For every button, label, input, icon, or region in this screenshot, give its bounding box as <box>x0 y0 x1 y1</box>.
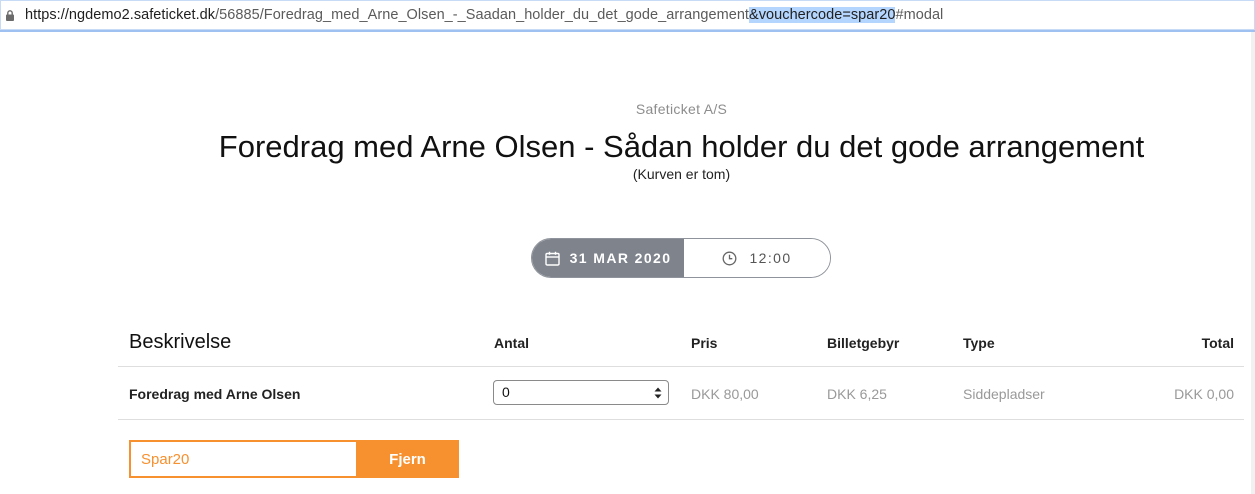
cart-status: (Kurven er tom) <box>632 166 731 182</box>
time-option[interactable]: 12:00 <box>684 239 830 277</box>
url-text[interactable]: https://ngdemo2.safeticket.dk/56885/Fore… <box>25 7 943 23</box>
url-selected-text: &vouchercode=spar20 <box>749 7 896 23</box>
remove-voucher-button[interactable]: Fjern <box>356 440 459 478</box>
clock-icon <box>723 251 737 265</box>
url-fragment: #modal <box>895 7 944 23</box>
url-host: https://ngdemo2.safeticket.dk <box>25 7 216 23</box>
quantity-value: 0 <box>502 384 510 400</box>
calendar-icon <box>544 251 560 266</box>
table-header: Beskrivelse Antal Pris Billetgebyr Type … <box>118 320 1244 367</box>
header-description: Beskrivelse <box>129 331 232 353</box>
organizer-name: Safeticket A/S <box>635 101 728 117</box>
ticket-description: Foredrag med Arne Olsen <box>129 386 301 402</box>
date-option[interactable]: 31 MAR 2020 <box>532 239 684 277</box>
quantity-select[interactable]: 0 <box>493 380 669 405</box>
header-price: Pris <box>691 335 718 351</box>
header-type: Type <box>963 335 995 351</box>
lock-icon <box>6 10 14 21</box>
voucher-code-input[interactable] <box>129 440 356 478</box>
table-row: Foredrag med Arne Olsen 0 DKK 80,00 DKK … <box>118 367 1244 420</box>
voucher-form: Fjern <box>129 440 459 478</box>
date-label: 31 MAR 2020 <box>569 250 672 266</box>
header-total: Total <box>1201 335 1234 351</box>
event-title: Foredrag med Arne Olsen - Sådan holder d… <box>218 129 1145 164</box>
ticket-type: Siddepladser <box>963 386 1045 402</box>
url-path: /56885/Foredrag_med_Arne_Olsen_-_Saadan_… <box>215 7 750 23</box>
select-arrows-icon <box>654 387 662 399</box>
header-quantity: Antal <box>494 335 529 351</box>
ticket-fee: DKK 6,25 <box>827 386 887 402</box>
ticket-price: DKK 80,00 <box>691 386 759 402</box>
address-bar[interactable]: https://ngdemo2.safeticket.dk/56885/Fore… <box>0 0 1255 32</box>
header-fee: Billetgebyr <box>827 335 900 351</box>
ticket-table: Beskrivelse Antal Pris Billetgebyr Type … <box>118 320 1244 420</box>
ticket-total: DKK 0,00 <box>1174 386 1234 402</box>
date-time-selector: 31 MAR 2020 12:00 <box>531 238 831 278</box>
time-label: 12:00 <box>749 250 792 266</box>
